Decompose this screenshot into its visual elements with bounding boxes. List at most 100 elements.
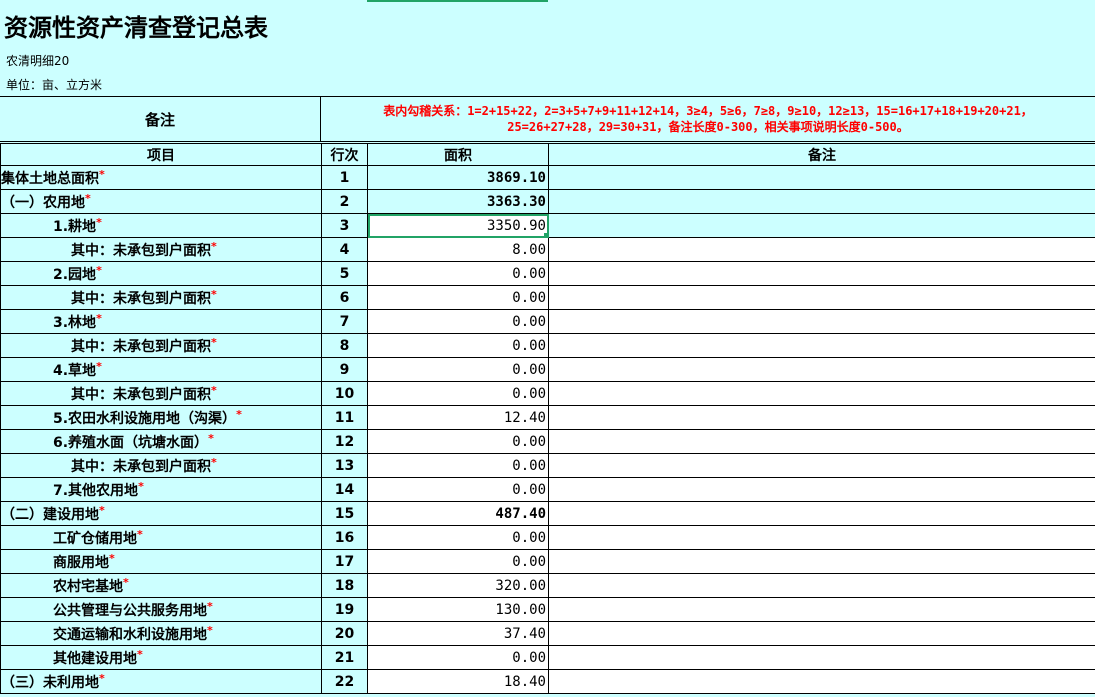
area-cell[interactable]: 320.00 xyxy=(367,573,549,598)
area-cell[interactable]: 487.40 xyxy=(367,501,549,526)
note-cell[interactable] xyxy=(548,333,1095,358)
table-row: 其中：未承包到户面积* 4 8.00 xyxy=(0,237,1095,262)
area-cell[interactable]: 0.00 xyxy=(367,525,549,550)
area-cell[interactable]: 0.00 xyxy=(367,549,549,574)
required-mark: * xyxy=(208,431,214,445)
item-name: 6.养殖水面（坑塘水面） xyxy=(53,434,209,451)
note-cell[interactable] xyxy=(548,453,1095,478)
fill-handle[interactable] xyxy=(544,233,549,238)
area-cell[interactable]: 0.00 xyxy=(367,333,549,358)
line-number-cell: 15 xyxy=(321,501,368,526)
area-cell[interactable]: 0.00 xyxy=(367,285,549,310)
required-mark: * xyxy=(85,191,91,205)
item-name-cell: 交通运输和水利设施用地* xyxy=(0,621,322,646)
note-cell[interactable] xyxy=(548,261,1095,286)
line-number-cell: 22 xyxy=(321,669,368,694)
table-row: 商服用地* 17 0.00 xyxy=(0,549,1095,574)
table-row: 2.园地* 5 0.00 xyxy=(0,261,1095,286)
item-name-cell: 公共管理与公共服务用地* xyxy=(0,597,322,622)
item-name-cell: 4.草地* xyxy=(0,357,322,382)
required-mark: * xyxy=(137,647,143,661)
item-name: 其中：未承包到户面积 xyxy=(71,386,211,403)
table-row: 其中：未承包到户面积* 8 0.00 xyxy=(0,333,1095,358)
item-name-cell: 其中：未承包到户面积* xyxy=(0,381,322,406)
table-row: （三）未利用地* 22 18.40 xyxy=(0,669,1095,694)
item-name-cell: 3.林地* xyxy=(0,309,322,334)
line-number-cell: 11 xyxy=(321,405,368,430)
required-mark: * xyxy=(99,167,105,181)
area-cell[interactable]: 3350.90 xyxy=(367,213,549,238)
note-cell[interactable] xyxy=(548,573,1095,598)
line-number-cell: 10 xyxy=(321,381,368,406)
note-cell[interactable] xyxy=(548,309,1095,334)
item-name: 2.园地 xyxy=(53,266,97,283)
table-row: 农村宅基地* 18 320.00 xyxy=(0,573,1095,598)
required-mark: * xyxy=(211,455,217,469)
required-mark: * xyxy=(96,359,102,373)
item-name-cell: 其中：未承包到户面积* xyxy=(0,453,322,478)
column-header-item: 项目 xyxy=(0,143,322,166)
table-row: 6.养殖水面（坑塘水面）* 12 0.00 xyxy=(0,429,1095,454)
area-cell[interactable]: 0.00 xyxy=(367,477,549,502)
validation-rules: 表内勾稽关系：1=2+15+22，2=3+5+7+9+11+12+14，3≥4，… xyxy=(321,96,1095,142)
note-cell[interactable] xyxy=(548,237,1095,262)
item-name-cell: 2.园地* xyxy=(0,261,322,286)
item-name: 商服用地 xyxy=(53,554,109,571)
area-cell[interactable]: 0.00 xyxy=(367,381,549,406)
line-number-cell: 8 xyxy=(321,333,368,358)
unit-label: 单位：亩、立方米 xyxy=(6,78,103,92)
item-name-cell: 其他建设用地* xyxy=(0,645,322,670)
item-name-cell: 7.其他农用地* xyxy=(0,477,322,502)
note-cell[interactable] xyxy=(548,429,1095,454)
note-cell[interactable] xyxy=(548,645,1095,670)
note-cell[interactable] xyxy=(548,597,1095,622)
item-name-cell: 其中：未承包到户面积* xyxy=(0,237,322,262)
area-cell[interactable]: 0.00 xyxy=(367,429,549,454)
note-cell[interactable] xyxy=(548,189,1095,214)
validation-rule-line-1: 表内勾稽关系：1=2+15+22，2=3+5+7+9+11+12+14，3≥4，… xyxy=(383,104,1033,118)
note-cell[interactable] xyxy=(548,213,1095,238)
line-number-cell: 4 xyxy=(321,237,368,262)
item-name: 工矿仓储用地 xyxy=(53,530,137,547)
area-cell[interactable]: 0.00 xyxy=(367,309,549,334)
required-mark: * xyxy=(96,263,102,277)
note-cell[interactable] xyxy=(548,357,1095,382)
area-cell[interactable]: 12.40 xyxy=(367,405,549,430)
required-mark: * xyxy=(96,311,102,325)
note-cell[interactable] xyxy=(548,405,1095,430)
column-header-area: 面积 xyxy=(367,143,549,166)
item-name-cell: 1.耕地* xyxy=(0,213,322,238)
item-name: 公共管理与公共服务用地 xyxy=(53,602,207,619)
area-cell[interactable]: 3869.10 xyxy=(367,165,549,190)
item-name: （二）建设用地 xyxy=(1,506,100,523)
note-cell[interactable] xyxy=(548,477,1095,502)
note-cell[interactable] xyxy=(548,165,1095,190)
note-cell[interactable] xyxy=(548,525,1095,550)
area-cell[interactable]: 0.00 xyxy=(367,453,549,478)
area-cell[interactable]: 0.00 xyxy=(367,645,549,670)
area-cell[interactable]: 0.00 xyxy=(367,357,549,382)
note-cell[interactable] xyxy=(548,501,1095,526)
required-mark: * xyxy=(99,503,105,517)
item-name-cell: 商服用地* xyxy=(0,549,322,574)
note-cell[interactable] xyxy=(548,669,1095,694)
required-mark: * xyxy=(236,407,242,421)
item-name: 集体土地总面积 xyxy=(1,170,100,187)
note-cell[interactable] xyxy=(548,285,1095,310)
form-code: 农清明细20 xyxy=(6,54,70,68)
area-cell[interactable]: 0.00 xyxy=(367,261,549,286)
area-cell[interactable]: 3363.30 xyxy=(367,189,549,214)
area-cell[interactable]: 37.40 xyxy=(367,621,549,646)
table-row: 交通运输和水利设施用地* 20 37.40 xyxy=(0,621,1095,646)
area-cell[interactable]: 130.00 xyxy=(367,597,549,622)
table-row: 3.林地* 7 0.00 xyxy=(0,309,1095,334)
item-name-cell: 农村宅基地* xyxy=(0,573,322,598)
item-name-cell: 工矿仓储用地* xyxy=(0,525,322,550)
area-cell[interactable]: 8.00 xyxy=(367,237,549,262)
note-cell[interactable] xyxy=(548,621,1095,646)
note-cell[interactable] xyxy=(548,381,1095,406)
note-cell[interactable] xyxy=(548,549,1095,574)
area-cell[interactable]: 18.40 xyxy=(367,669,549,694)
column-header-note: 备注 xyxy=(548,143,1095,166)
table-row: （一）农用地* 2 3363.30 xyxy=(0,189,1095,214)
